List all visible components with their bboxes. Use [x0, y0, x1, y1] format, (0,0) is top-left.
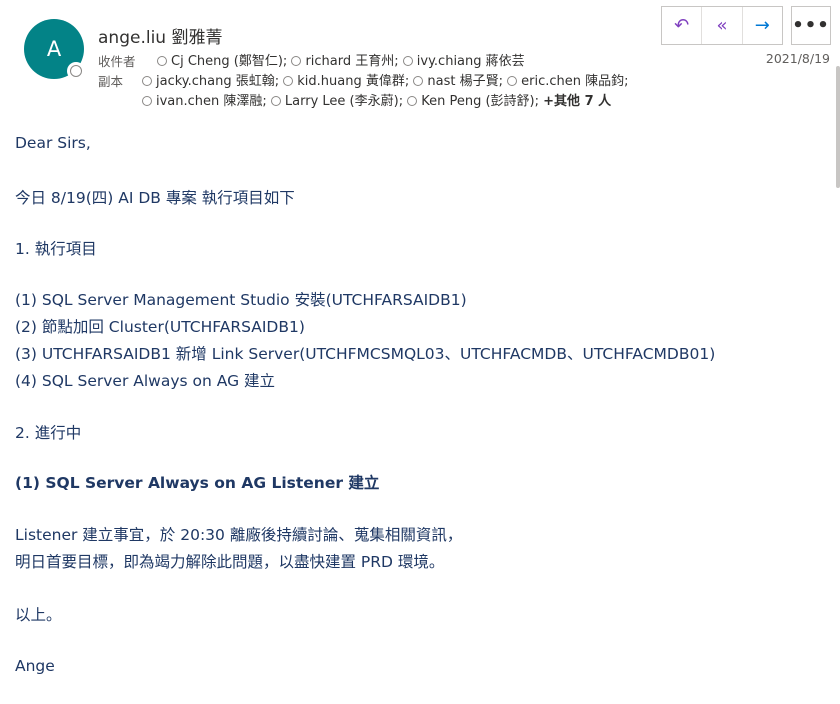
presence-icon: [507, 76, 518, 86]
reply-actions: ↶ « →: [661, 6, 783, 45]
section-1-heading: 1. 執行項目: [15, 240, 97, 258]
presence-icon: [407, 96, 418, 106]
presence-icon: [142, 76, 152, 86]
cc-label: 副本: [98, 74, 124, 89]
presence-icon: [157, 56, 167, 66]
more-recipients-link[interactable]: +其他 7 人: [543, 94, 611, 109]
list-item: (1) SQL Server Management Studio 安裝(UTCH…: [15, 291, 467, 309]
recipient[interactable]: Cj Cheng (鄭智仁);: [157, 54, 287, 69]
recipient[interactable]: Larry Lee (李永蔚);: [270, 94, 403, 109]
list-item: (4) SQL Server Always on AG 建立: [15, 372, 276, 390]
more-icon: •••: [792, 15, 830, 36]
reply-all-icon: «: [716, 15, 728, 36]
reply-all-button[interactable]: «: [701, 7, 741, 44]
presence-status-icon: [67, 62, 85, 80]
cc-recipients-line2: ivan.chen 陳澤融; Larry Lee (李永蔚); Ken Peng…: [142, 90, 611, 109]
forward-icon: →: [754, 15, 770, 36]
recipient[interactable]: richard 王育州;: [291, 54, 399, 69]
intro-line: 今日 8/19(四) AI DB 專案 執行項目如下: [15, 189, 295, 207]
forward-button[interactable]: →: [741, 7, 782, 44]
sender-name[interactable]: ange.liu 劉雅菁: [98, 23, 222, 48]
presence-icon: [270, 96, 281, 106]
greeting: Dear Sirs,: [15, 134, 91, 152]
note-line-1: Listener 建立事宜，於 20:30 離廠後持續討論、蒐集相關資訊，: [15, 526, 463, 544]
to-label: 收件者: [98, 54, 136, 69]
more-actions-button[interactable]: •••: [791, 6, 831, 45]
in-progress-item: (1) SQL Server Always on AG Listener 建立: [15, 474, 380, 492]
presence-icon: [142, 96, 152, 106]
note-line-2: 明日首要目標，即為竭力解除此問題，以盡快建置 PRD 環境。: [15, 553, 445, 571]
cc-recipients-line1: jacky.chang 張虹翰; kid.huang 黃偉群; nast 楊子賢…: [142, 70, 629, 89]
recipient[interactable]: nast 楊子賢;: [413, 74, 503, 89]
list-item: (3) UTCHFARSAIDB1 新增 Link Server(UTCHFMC…: [15, 345, 716, 363]
list-item: (2) 節點加回 Cluster(UTCHFARSAIDB1): [15, 318, 305, 336]
recipient[interactable]: ivan.chen 陳澤融;: [142, 94, 267, 109]
presence-icon: [283, 76, 294, 86]
signature: Ange: [15, 657, 55, 675]
recipient[interactable]: Ken Peng (彭詩舒);: [407, 94, 539, 109]
scrollbar[interactable]: [836, 66, 840, 188]
section-2-heading: 2. 進行中: [15, 424, 82, 442]
recipient[interactable]: eric.chen 陳品鈞;: [507, 74, 629, 89]
reply-icon: ↶: [674, 15, 690, 36]
closing: 以上。: [15, 606, 62, 624]
recipient[interactable]: jacky.chang 張虹翰;: [142, 74, 279, 89]
recipient[interactable]: ivy.chiang 蔣依芸: [402, 54, 525, 69]
presence-icon: [413, 76, 424, 86]
sent-date: 2021/8/19: [765, 51, 830, 66]
to-recipients: Cj Cheng (鄭智仁); richard 王育州; ivy.chiang …: [157, 50, 525, 69]
presence-icon: [402, 56, 413, 66]
presence-icon: [291, 56, 302, 66]
recipient[interactable]: kid.huang 黃偉群;: [283, 74, 409, 89]
reply-button[interactable]: ↶: [662, 7, 701, 44]
